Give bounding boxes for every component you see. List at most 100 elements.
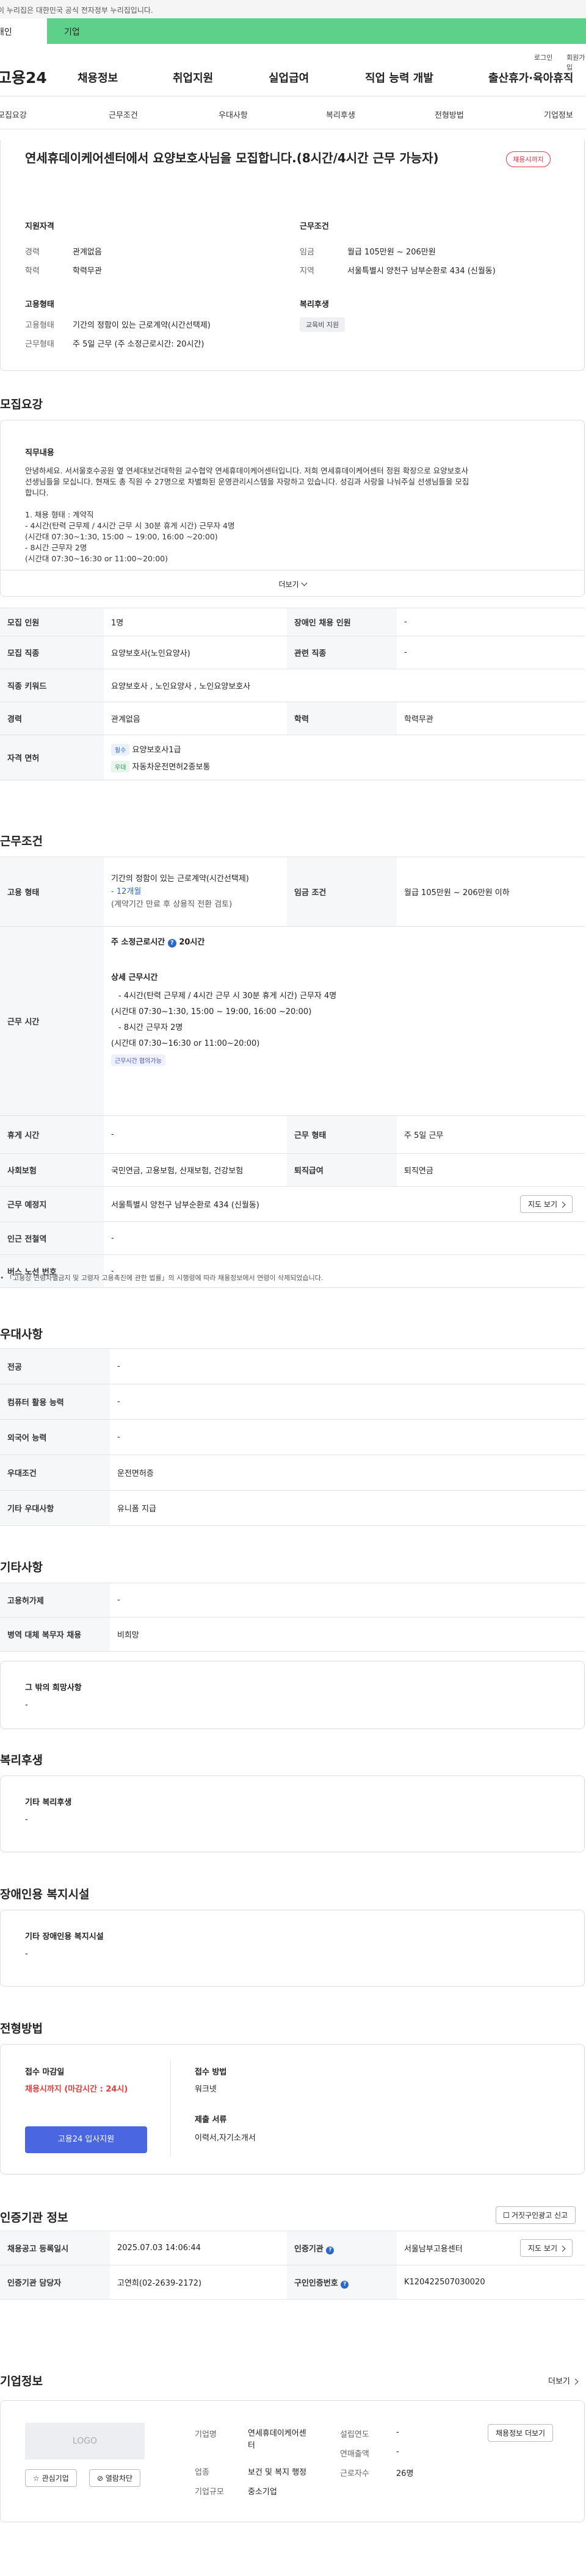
tab-individual[interactable]: 개인 <box>0 18 47 44</box>
company-more-link[interactable]: 더보기 <box>548 2375 579 2386</box>
status-badge: 채용시까지 <box>506 151 551 167</box>
table-value: 주 소정근로시간 ? 20시간 상세 근무시간 - 4시간(탄력 근무제 / 4… <box>104 926 585 1116</box>
block-label: 열람차단 <box>105 2474 133 2483</box>
map-button[interactable]: 지도 보기 <box>520 2239 573 2257</box>
job-summary-card: 연세휴데이케어센터에서 요양보호사님을 모집합니다.(8시간/4시간 근무 가능… <box>0 140 585 371</box>
sales-value: - <box>396 2447 399 2456</box>
global-nav: 고용24 채용정보 취업지원 실업급여 직업 능력 개발 출산휴가·육아휴직 <box>0 60 586 96</box>
docs-value: 이력서,자기소개서 <box>195 2134 256 2143</box>
disability-box-value: - <box>25 1949 28 1959</box>
table-row: 자격 면허 필수 요양보호사1급 우대 자동차운전면허2종보통 <box>0 735 585 780</box>
gnb-menu-jobs[interactable]: 채용정보 <box>78 70 118 85</box>
duty-box: 직무내용 안녕하세요. 서서울호수공원 옆 연세대보건대학원 교수협약 연세휴데… <box>0 420 585 597</box>
industry-value: 보건 및 복지 행정 <box>248 2468 307 2477</box>
apply-button[interactable]: 고용24 입사지원 <box>25 2126 147 2153</box>
section-nav-item[interactable]: 복리후생 <box>326 109 355 120</box>
gnb-menu-training[interactable]: 직업 능력 개발 <box>365 70 433 85</box>
duty-line: 1. 채용 형태 : 계약직 <box>25 510 94 519</box>
duty-content: 안녕하세요. 서서울호수공원 옆 연세대보건대학원 교수협약 연세휴데이케어센터… <box>25 466 562 564</box>
table-row: 인증기관 담당자 고연희(02-2639-2172) 구인인증번호 ? K120… <box>0 2265 585 2300</box>
duty-line: 합니다. <box>25 488 49 497</box>
welfare-heading: 복리후생 <box>0 1754 43 1767</box>
more-button[interactable]: 더보기 <box>1 570 584 597</box>
table-key: 인근 전철역 <box>0 1221 104 1255</box>
welfare-box-value: - <box>25 1815 28 1824</box>
info-icon[interactable]: ? <box>167 939 176 948</box>
section-nav-item[interactable]: 근무조건 <box>109 109 138 120</box>
table-value: 서울특별시 양천구 남부순환로 434 (신월동) 지도 보기 <box>104 1186 585 1222</box>
employment-type-title: 고용형태 <box>25 300 54 309</box>
etc-heading: 기타사항 <box>0 1561 43 1574</box>
conditions-table: 고용 형태 기간의 정함이 있는 근로계약(시간선택제) - 12개월 (계약기… <box>0 857 585 1288</box>
agency-heading: 인증기관 정보 <box>0 2211 68 2225</box>
gnb-menu-unemployment[interactable]: 실업급여 <box>269 70 309 85</box>
duty-line: (시간대 07:30~16:30 or 11:00~20:00) <box>25 554 168 563</box>
duty-line: - 4시간(탄력 근무제 / 4시간 근무 시 30분 휴게 시간) 근무자 4… <box>25 521 235 530</box>
map-button[interactable]: 지도 보기 <box>520 1195 573 1213</box>
table-key: 채용공고 등록일시 <box>0 2231 110 2265</box>
employment-type-value: 기간의 정함이 있는 근로계약(시간선택제) <box>73 321 211 330</box>
gov-banner: 이 누리집은 대한민국 공식 전자정부 누리집입니다. <box>0 0 586 18</box>
info-icon[interactable]: ? <box>326 2246 335 2254</box>
tab-company[interactable]: 기업 <box>47 18 586 44</box>
section-nav-item[interactable]: 모집요강 <box>0 109 27 120</box>
table-key: 고용 형태 <box>0 857 104 927</box>
table-row: 직종 키워드 요양보호사 , 노인요양사 , 노인요양보호사 <box>0 669 585 702</box>
table-value: 주 5일 근무 <box>397 1115 585 1154</box>
table-key: 휴게 시간 <box>0 1115 104 1154</box>
table-value: 유니폼 지급 <box>110 1490 585 1526</box>
company-more-label: 더보기 <box>548 2377 570 2386</box>
table-row: 사회보험 국민연금, 고용보험, 산재보험, 건강보험 퇴직급여 퇴직연금 <box>0 1153 585 1187</box>
report-button[interactable]: 거짓구인광고 신고 <box>496 2206 576 2224</box>
table-row: 모집 직종 요양보호사(노인요양사) 관련 직종 - <box>0 636 585 669</box>
est-label: 설립연도 <box>340 2430 369 2439</box>
gnb-menu-employment-support[interactable]: 취업지원 <box>173 70 213 85</box>
wage-label: 임금 <box>300 248 314 257</box>
table-row: 채용공고 등록일시 2025.07.03 14:06:44 인증기관 ? 서울남… <box>0 2231 585 2265</box>
table-value: 비희망 <box>110 1617 585 1652</box>
info-icon[interactable]: ? <box>341 2280 349 2289</box>
section-nav-item[interactable]: 우대사항 <box>219 109 248 120</box>
section-nav-item[interactable]: 기업정보 <box>544 109 573 120</box>
method-title: 접수 방법 <box>195 2068 227 2077</box>
sales-label: 연매출액 <box>340 2450 369 2459</box>
site-logo[interactable]: 고용24 <box>0 66 47 88</box>
table-value: - <box>397 636 585 669</box>
org-label: 인증기관 <box>294 2244 324 2254</box>
section-nav: 모집요강 근무조건 우대사항 복리후생 전형방법 기업정보 <box>0 96 586 129</box>
preference-table: 전공 - 컴퓨터 활용 능력 - 외국어 능력 - 우대조건 운전면허증 기타 우대사항… <box>0 1348 585 1526</box>
career-value: 관계없음 <box>73 248 102 257</box>
job-title: 연세휴데이케어센터에서 요양보호사님을 모집합니다.(8시간/4시간 근무 가능… <box>25 151 439 165</box>
location-value: 서울특별시 양천구 남부순환로 434 (신월동) <box>347 267 496 276</box>
section-nav-item[interactable]: 전형방법 <box>435 109 464 120</box>
table-row: 고용 형태 기간의 정함이 있는 근로계약(시간선택제) - 12개월 (계약기… <box>0 857 585 927</box>
industry-label: 업종 <box>195 2468 209 2477</box>
id-label: 구인인증번호 <box>294 2278 338 2288</box>
table-value: 기간의 정함이 있는 근로계약(시간선택제) - 12개월 (계약기간 만료 후… <box>104 857 287 927</box>
table-row: 휴게 시간 - 근무 형태 주 5일 근무 <box>0 1115 585 1154</box>
company-jobs-button[interactable]: 채용정보 더보기 <box>488 2424 554 2442</box>
table-key: 장애인 채용 인원 <box>287 608 397 636</box>
license-list: 필수 요양보호사1급 우대 자동차운전면허2종보통 <box>104 735 585 780</box>
gnb-menu-leave[interactable]: 출산휴가·육아휴직 <box>488 70 573 85</box>
divider <box>170 2059 171 2157</box>
weekly-hours: 주 소정근로시간 ? 20시간 <box>111 935 577 948</box>
fav-company-button[interactable]: ☆ 관심기업 <box>25 2469 77 2487</box>
chevron-right-icon <box>559 2245 566 2252</box>
block-button[interactable]: ⊘ 열람차단 <box>89 2469 141 2487</box>
emp-line: (계약기간 만료 후 상용직 전환 검토) <box>111 900 233 909</box>
table-value: - <box>104 1115 287 1154</box>
size-value: 중소기업 <box>248 2488 277 2497</box>
table-value: 퇴직연금 <box>397 1153 585 1187</box>
agency-table: 채용공고 등록일시 2025.07.03 14:06:44 인증기관 ? 서울남… <box>0 2231 585 2300</box>
weekly-hours-value: 20시간 <box>179 938 205 947</box>
disability-heading: 장애인용 복지시설 <box>0 1888 90 1901</box>
table-value: 월급 105만원 ~ 206만원 이하 <box>397 857 585 927</box>
table-value: - <box>110 1419 585 1455</box>
map-button-label: 지도 보기 <box>528 1200 557 1209</box>
company-name-line: 터 <box>248 2441 255 2450</box>
table-key: 우대조건 <box>0 1455 110 1491</box>
education-label: 학력 <box>25 267 40 276</box>
table-value: K120422507030020 <box>397 2265 585 2300</box>
employment-type-label: 고용형태 <box>25 321 54 330</box>
